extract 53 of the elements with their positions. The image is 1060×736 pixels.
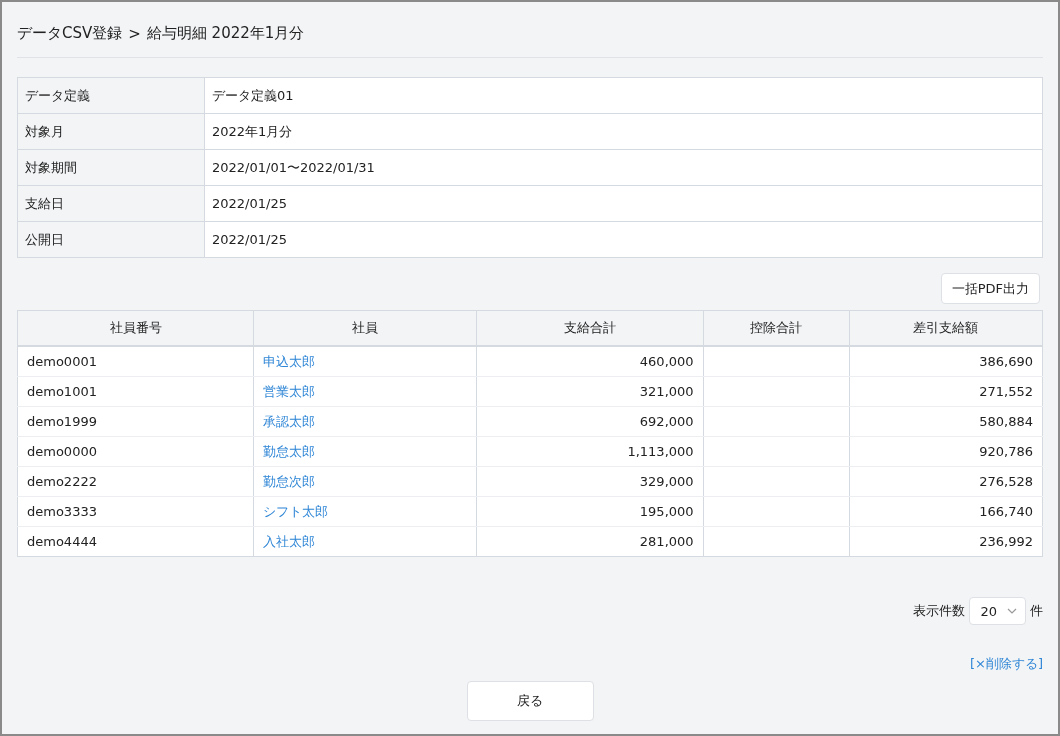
table-cell: demo4444 xyxy=(17,526,254,557)
table-cell: 321,000 xyxy=(476,376,704,407)
table-cell: demo3333 xyxy=(17,496,254,527)
delete-link[interactable]: [×削除する] xyxy=(969,655,1043,673)
info-value: 2022/01/01〜2022/01/31 xyxy=(204,149,1043,186)
table-cell: demo2222 xyxy=(17,466,254,497)
table-cell: 166,740 xyxy=(849,496,1043,527)
info-label: 支給日 xyxy=(17,185,205,222)
info-value: 2022/01/25 xyxy=(204,221,1043,258)
table-cell: 281,000 xyxy=(476,526,704,557)
table-cell: 692,000 xyxy=(476,406,704,437)
breadcrumb-parent: データCSV登録 xyxy=(17,24,123,43)
table-cell: demo1999 xyxy=(17,406,254,437)
page-size-label: 表示件数 xyxy=(913,602,966,620)
table-cell: demo0000 xyxy=(17,436,254,467)
back-button[interactable]: 戻る xyxy=(466,681,594,721)
info-label: データ定義 xyxy=(17,77,205,114)
info-label: 対象月 xyxy=(17,113,205,150)
info-label: 公開日 xyxy=(17,221,205,258)
table-cell: demo0001 xyxy=(17,346,254,377)
bulk-pdf-button[interactable]: 一括PDF出力 xyxy=(940,273,1040,304)
page-size-dropdown[interactable]: 20 xyxy=(969,597,1026,625)
employee-link[interactable]: 勤怠太郎 xyxy=(263,443,316,459)
info-value: 2022/01/25 xyxy=(204,185,1043,222)
employee-link[interactable]: 営業太郎 xyxy=(263,383,316,399)
employee-link[interactable]: 申込太郎 xyxy=(263,353,316,369)
table-cell: 920,786 xyxy=(849,436,1043,467)
employee-link[interactable]: 承認太郎 xyxy=(263,413,316,429)
page-size-unit: 件 xyxy=(1030,602,1043,620)
table-cell: 271,552 xyxy=(849,376,1043,407)
table-cell: 276,528 xyxy=(849,466,1043,497)
info-value: 2022年1月分 xyxy=(204,113,1043,150)
column-header: 差引支給額 xyxy=(849,310,1043,346)
table-cell: 1,113,000 xyxy=(476,436,704,467)
table-cell: 195,000 xyxy=(476,496,704,527)
column-header: 社員番号 xyxy=(17,310,254,346)
table-cell: 329,000 xyxy=(476,466,704,497)
table-cell: 580,884 xyxy=(849,406,1043,437)
info-label: 対象期間 xyxy=(17,149,205,186)
table-cell: 386,690 xyxy=(849,346,1043,377)
column-header: 社員 xyxy=(253,310,477,346)
info-value: データ定義01 xyxy=(204,77,1043,114)
page-title: 給与明細 2022年1月分 xyxy=(146,24,305,43)
table-cell: 460,000 xyxy=(476,346,704,377)
table-cell: 236,992 xyxy=(849,526,1043,557)
employee-link[interactable]: 勤怠次郎 xyxy=(263,473,316,489)
breadcrumb-separator: > xyxy=(128,24,141,43)
column-header: 控除合計 xyxy=(703,310,850,346)
table-cell: demo1001 xyxy=(17,376,254,407)
column-header: 支給合計 xyxy=(476,310,704,346)
employee-link[interactable]: シフト太郎 xyxy=(263,503,329,519)
chevron-down-icon xyxy=(1007,608,1017,614)
employee-link[interactable]: 入社太郎 xyxy=(263,533,316,549)
